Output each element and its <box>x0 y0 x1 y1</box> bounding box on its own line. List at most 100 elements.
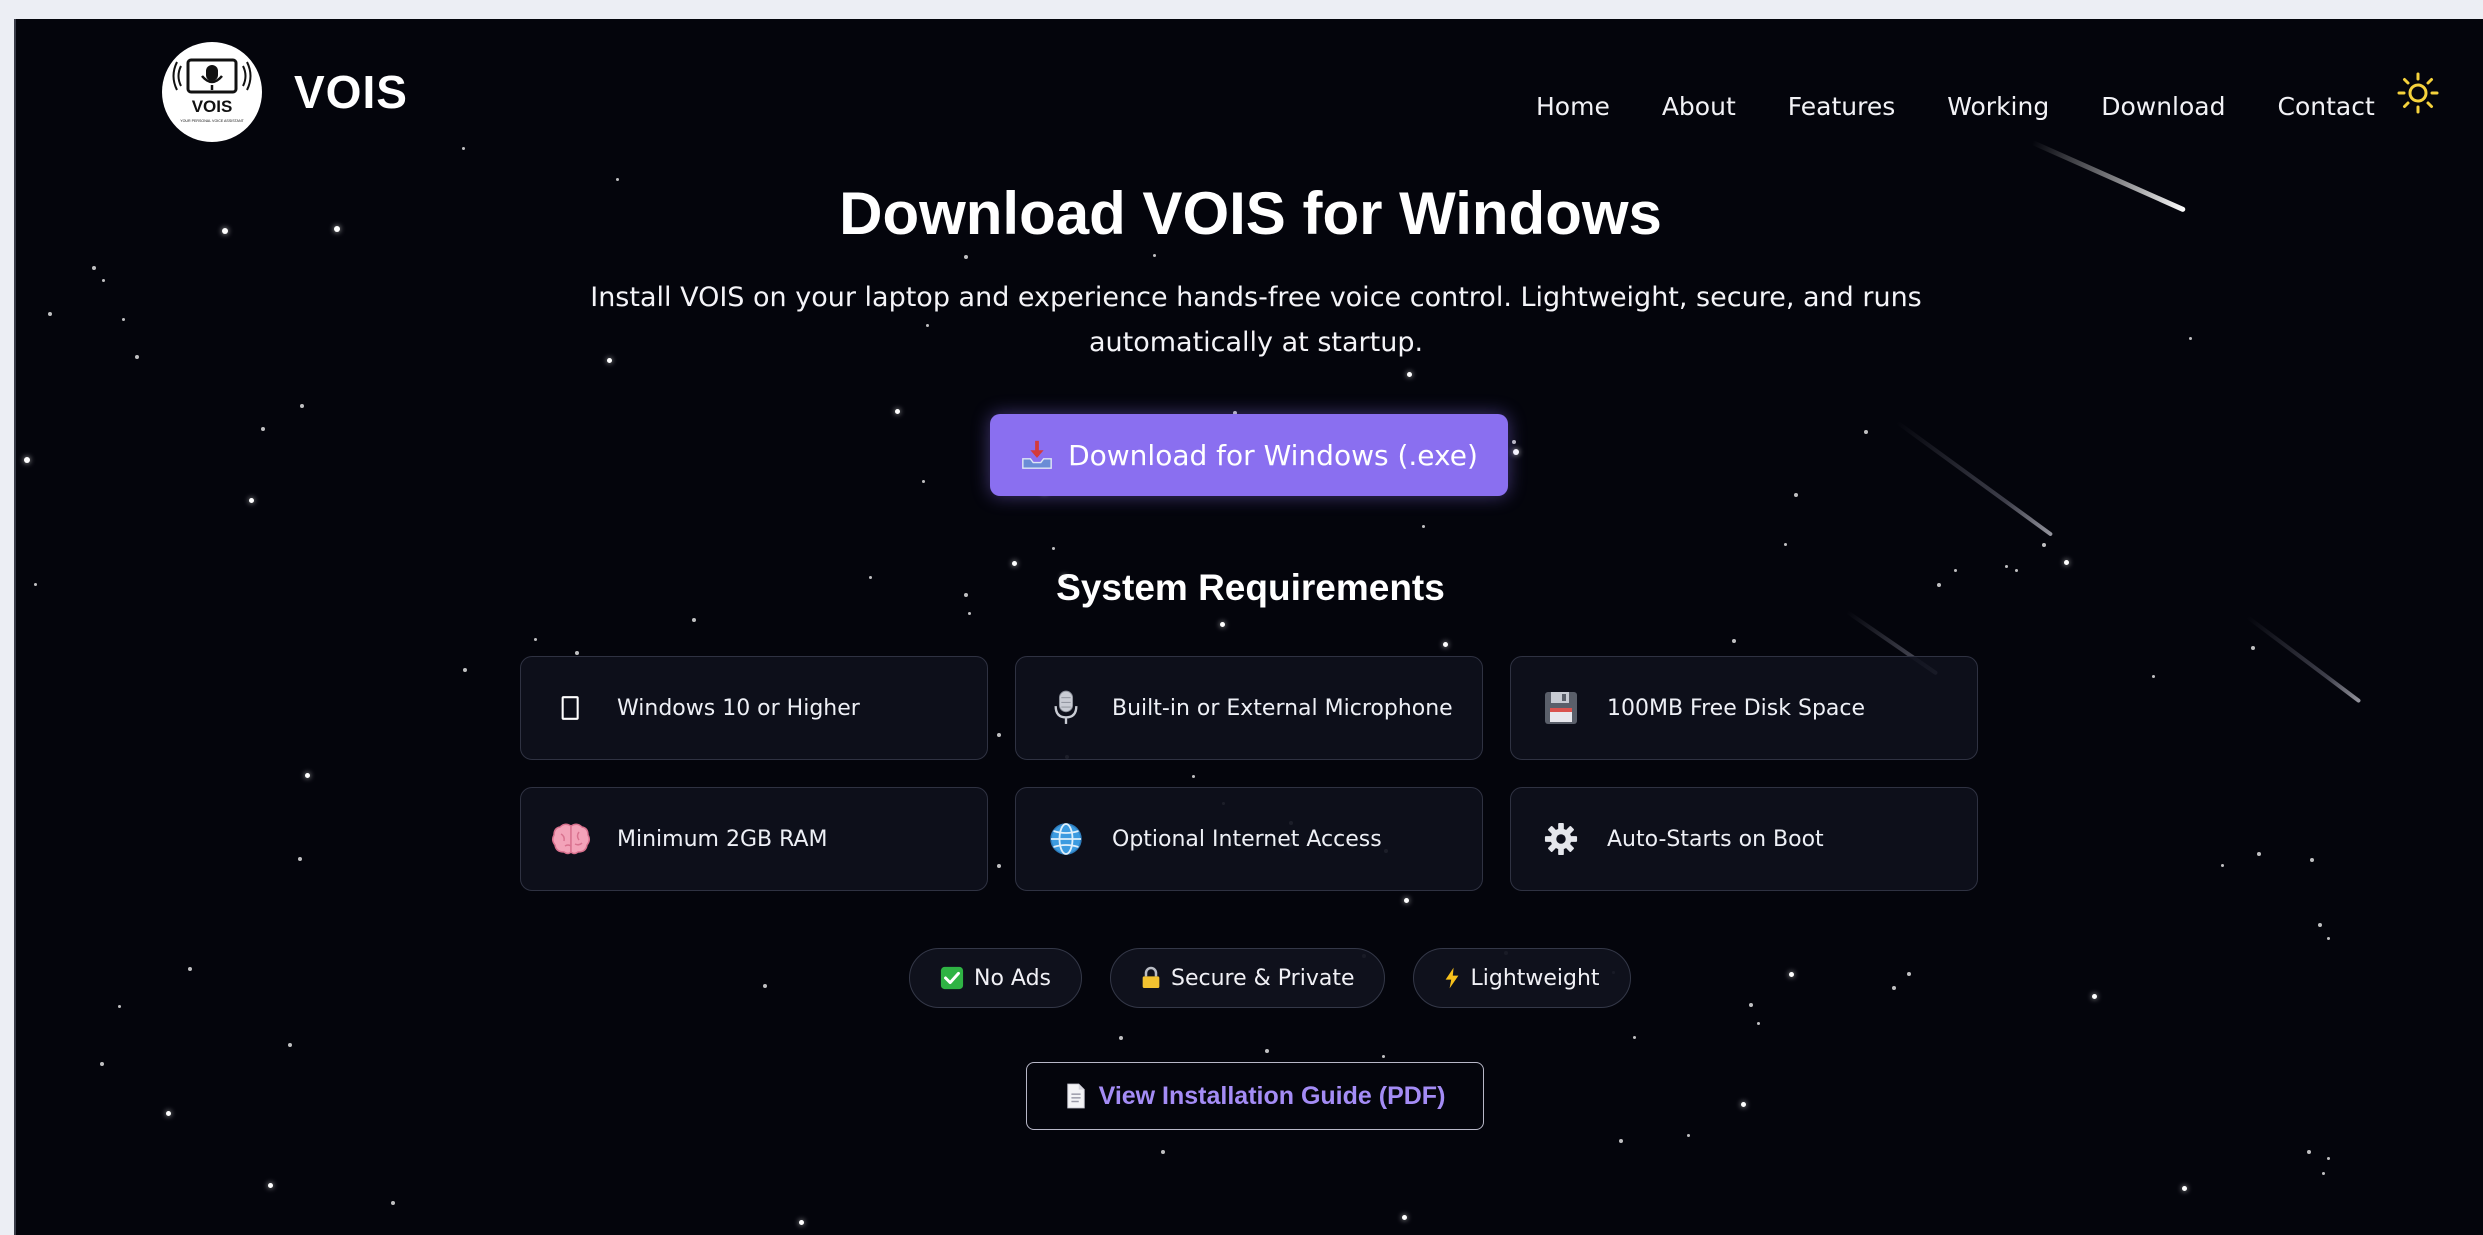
theme-toggle-button[interactable] <box>2396 71 2440 115</box>
requirement-card: 100MB Free Disk Space <box>1510 656 1978 760</box>
requirement-card: Optional Internet Access <box>1015 787 1483 891</box>
star <box>1012 561 1017 566</box>
requirement-label: Auto-Starts on Boot <box>1607 826 1824 852</box>
feature-badges: No Ads Secure & Private Lightweight <box>909 948 1659 1008</box>
download-windows-button[interactable]: Download for Windows (.exe) <box>990 414 1508 496</box>
star <box>1422 525 1425 528</box>
requirements-grid: Windows 10 or Higher Built-in or Externa… <box>520 656 1978 891</box>
nav-features[interactable]: Features <box>1788 92 1896 121</box>
star <box>1404 898 1409 903</box>
shooting-star <box>2245 615 2362 704</box>
installation-guide-button[interactable]: View Installation Guide (PDF) <box>1026 1062 1484 1130</box>
star <box>1407 372 1412 377</box>
nav-working[interactable]: Working <box>1947 92 2049 121</box>
star <box>1153 254 1156 257</box>
star <box>1864 430 1868 434</box>
star <box>2310 858 2314 862</box>
star <box>249 498 254 503</box>
star <box>288 1043 292 1047</box>
star <box>298 857 302 861</box>
logo-mark-icon: VOIS YOUR PERSONAL VOICE ASSISTANT <box>172 58 252 123</box>
star <box>1052 547 1055 550</box>
star <box>1513 449 1519 455</box>
star <box>188 967 192 971</box>
requirement-card: Minimum 2GB RAM <box>520 787 988 891</box>
lightning-icon <box>1444 966 1460 990</box>
window-outline-icon <box>549 686 593 730</box>
star <box>2152 675 2155 678</box>
star <box>462 147 465 150</box>
microphone-icon <box>1044 686 1088 730</box>
star <box>261 427 265 431</box>
requirement-label: Windows 10 or Higher <box>617 695 860 721</box>
svg-text:YOUR PERSONAL VOICE ASSISTANT: YOUR PERSONAL VOICE ASSISTANT <box>180 119 244 123</box>
star <box>2221 864 2224 867</box>
star <box>964 255 968 259</box>
star <box>1512 440 1516 444</box>
badge-no-ads: No Ads <box>909 948 1082 1008</box>
star <box>2307 1150 2311 1154</box>
star <box>2257 852 2261 856</box>
brain-icon <box>549 817 593 861</box>
nav-download[interactable]: Download <box>2101 92 2225 121</box>
sun-icon <box>2397 72 2439 114</box>
inbox-tray-icon <box>1022 440 1052 469</box>
page-viewport: VOIS YOUR PERSONAL VOICE ASSISTANT VOIS … <box>14 19 2483 1235</box>
star <box>300 404 304 408</box>
globe-icon <box>1044 817 1088 861</box>
star <box>692 618 696 622</box>
star <box>48 312 52 316</box>
star <box>1907 972 1911 976</box>
shooting-star <box>1895 420 2054 537</box>
star <box>1749 1003 1753 1007</box>
svg-text:VOIS: VOIS <box>192 97 233 116</box>
star <box>1443 642 1448 647</box>
star <box>1757 1022 1760 1025</box>
requirement-label: 100MB Free Disk Space <box>1607 695 1866 721</box>
badge-label: Secure & Private <box>1171 965 1355 991</box>
brand-name: VOIS <box>294 66 408 118</box>
star <box>1619 1139 1623 1143</box>
star <box>1732 639 1736 643</box>
guide-button-label: View Installation Guide (PDF) <box>1098 1081 1446 1110</box>
requirement-card: Built-in or External Microphone <box>1015 656 1483 760</box>
requirement-card: Windows 10 or Higher <box>520 656 988 760</box>
nav-about[interactable]: About <box>1662 92 1736 121</box>
gear-icon <box>1539 817 1583 861</box>
star <box>305 773 310 778</box>
star <box>763 984 767 988</box>
requirement-label: Minimum 2GB RAM <box>617 826 828 852</box>
star <box>1741 1102 1746 1107</box>
star <box>2189 337 2192 340</box>
star <box>2327 937 2330 940</box>
requirement-label: Optional Internet Access <box>1112 826 1382 852</box>
star <box>1794 493 1798 497</box>
document-icon <box>1066 1083 1085 1109</box>
star <box>102 279 105 282</box>
download-button-label: Download for Windows (.exe) <box>1068 438 1478 472</box>
star <box>122 318 125 321</box>
star <box>463 668 467 672</box>
main-nav: Home About Features Working Download Con… <box>1536 92 2427 121</box>
star <box>2064 560 2069 565</box>
star <box>100 1062 104 1066</box>
floppy-disk-icon <box>1539 686 1583 730</box>
star <box>2042 543 2046 547</box>
star <box>1220 622 1225 627</box>
star <box>1402 1215 1407 1220</box>
brand[interactable]: VOIS YOUR PERSONAL VOICE ASSISTANT VOIS <box>162 42 408 142</box>
badge-lightweight: Lightweight <box>1413 948 1631 1008</box>
nav-home[interactable]: Home <box>1536 92 1610 121</box>
requirement-label: Built-in or External Microphone <box>1112 695 1453 721</box>
star <box>2322 1172 2325 1175</box>
star <box>391 1201 395 1205</box>
star <box>1633 1036 1636 1039</box>
star <box>2092 994 2097 999</box>
star <box>1784 543 1787 546</box>
nav-contact[interactable]: Contact <box>2278 92 2375 121</box>
page-title: Download VOIS for Windows <box>839 180 1662 247</box>
badge-label: No Ads <box>974 965 1051 991</box>
badge-label: Lightweight <box>1470 965 1600 991</box>
star <box>1892 986 1896 990</box>
star <box>895 409 900 414</box>
